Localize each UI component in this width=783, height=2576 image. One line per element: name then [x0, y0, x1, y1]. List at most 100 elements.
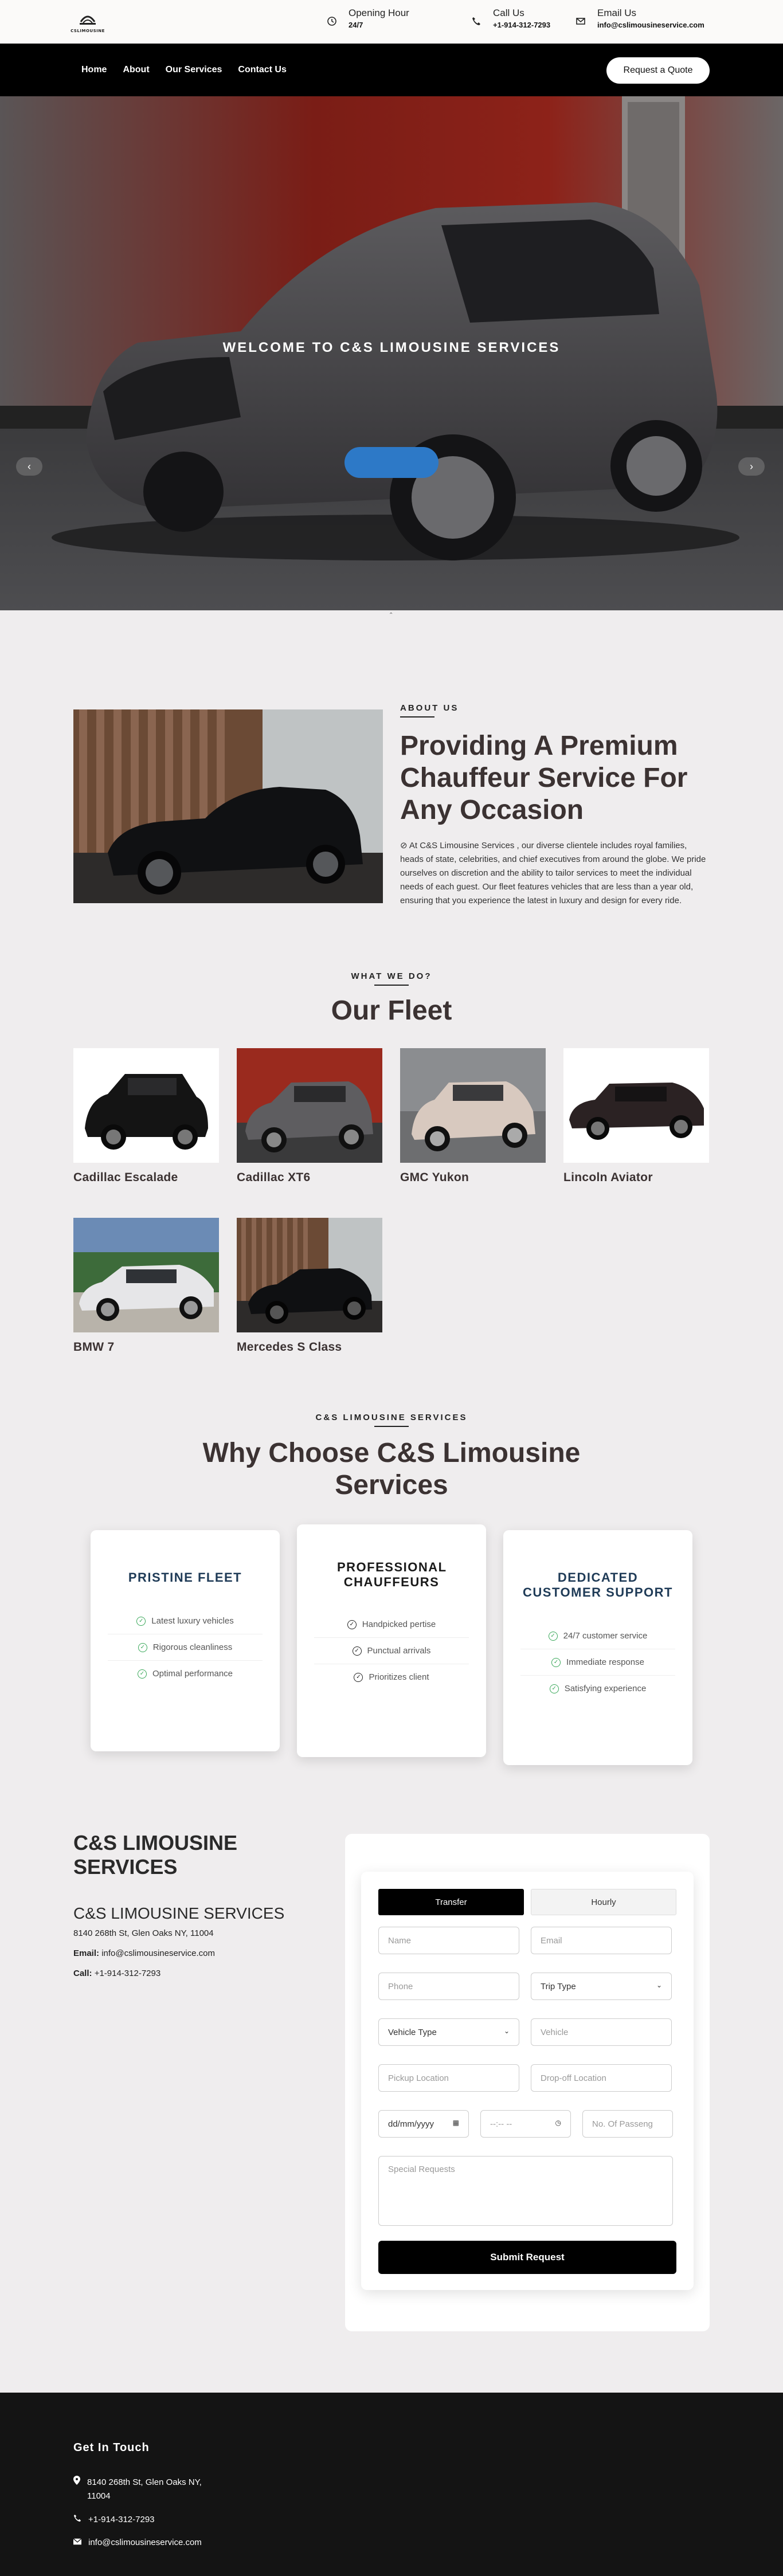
- why-item-text: Immediate response: [566, 1657, 644, 1667]
- fleet-tag: WHAT WE DO?: [351, 971, 432, 981]
- date-value: dd/mm/yyyy: [388, 2119, 434, 2129]
- nav-our-services[interactable]: Our Services: [166, 65, 222, 75]
- company-email[interactable]: info@cslimousineservice.com: [101, 1948, 215, 1958]
- phone-icon: [470, 15, 483, 28]
- about-car-image: [73, 709, 383, 903]
- nav-contact-us[interactable]: Contact Us: [238, 65, 286, 75]
- car-name: Cadillac Escalade: [73, 1171, 178, 1184]
- request-quote-button[interactable]: Request a Quote: [606, 57, 710, 84]
- call-label: Call:: [73, 1969, 92, 1978]
- car-image: [400, 1048, 546, 1163]
- check-circle-icon: ✓: [138, 1642, 147, 1652]
- vehicle-type-value: Vehicle Type: [388, 2027, 437, 2037]
- time-value: --:-- --: [490, 2119, 512, 2129]
- hours-label: Opening Hour: [349, 7, 409, 18]
- submit-request-button[interactable]: Submit Request: [378, 2241, 676, 2274]
- about-text: ABOUT US Providing A Premium Chauffeur S…: [400, 703, 710, 908]
- carousel-prev-button[interactable]: ‹: [16, 457, 42, 476]
- tab-hourly[interactable]: Hourly: [531, 1889, 676, 1915]
- vehicle-type-select[interactable]: Vehicle Type ⌄: [378, 2018, 519, 2046]
- footer-heading: Get In Touch: [73, 2441, 150, 2454]
- fleet-card-xt6[interactable]: Cadillac XT6: [237, 1048, 382, 1185]
- why-list-item: ✓ Rigorous cleanliness: [108, 1634, 263, 1661]
- about-tag: ABOUT US: [400, 703, 459, 713]
- time-input[interactable]: --:-- -- ◷: [480, 2110, 571, 2138]
- passengers-input[interactable]: No. Of Passeng: [582, 2110, 673, 2138]
- call-value[interactable]: +1-914-312-7293: [493, 19, 550, 31]
- about-section: ABOUT US Providing A Premium Chauffeur S…: [0, 610, 783, 977]
- why-item-text: Latest luxury vehicles: [151, 1616, 234, 1626]
- why-list-item: ✓ 24/7 customer service: [520, 1623, 675, 1649]
- car-image: [237, 1218, 382, 1332]
- company-call-row: Call: +1-914-312-7293: [73, 1969, 314, 1978]
- company-info: C&S LIMOUSINE SERVICES C&S LIMOUSINE SER…: [73, 1831, 314, 1978]
- vehicle-input[interactable]: Vehicle: [531, 2018, 672, 2046]
- email-label: Email:: [73, 1948, 100, 1958]
- company-phone[interactable]: +1-914-312-7293: [95, 1969, 161, 1978]
- dropoff-location-input[interactable]: Drop-off Location: [531, 2064, 672, 2092]
- footer-email-row: info@cslimousineservice.com: [73, 2536, 202, 2550]
- tab-transfer[interactable]: Transfer: [378, 1889, 524, 1915]
- trip-type-value: Trip Type: [541, 1981, 576, 1991]
- booking-form-panel: Transfer Hourly Name Email Phone Trip Ty…: [345, 1834, 710, 2331]
- pickup-location-input[interactable]: Pickup Location: [378, 2064, 519, 2092]
- brand-logo[interactable]: CSLIMOUSINE: [71, 7, 105, 37]
- fleet-heading: Our Fleet: [331, 995, 452, 1026]
- trip-type-select[interactable]: Trip Type ⌄: [531, 1973, 672, 2000]
- nav-about[interactable]: About: [123, 65, 149, 75]
- hero-cta-button[interactable]: [344, 447, 439, 478]
- about-body-text: At C&S Limousine Services , our diverse …: [400, 841, 706, 905]
- fleet-card-aviator[interactable]: Lincoln Aviator: [563, 1048, 709, 1185]
- why-card-pristine-fleet: PRISTINE FLEET ✓ Latest luxury vehicles ✓…: [91, 1530, 280, 1751]
- check-circle-icon: ⊘: [400, 841, 409, 850]
- footer-phone[interactable]: +1-914-312-7293: [88, 2513, 155, 2527]
- calendar-icon: ▦: [452, 2119, 459, 2127]
- why-item-text: Handpicked pertise: [362, 1620, 436, 1629]
- tag-underline: [374, 985, 409, 986]
- why-header: C&S LIMOUSINE SERVICES Why Choose C&S Li…: [0, 1413, 783, 1501]
- footer: Get In Touch 8140 268th St, Glen Oaks NY…: [0, 2393, 783, 2576]
- carousel-next-button[interactable]: ›: [738, 457, 765, 476]
- fleet-card-yukon[interactable]: GMC Yukon: [400, 1048, 546, 1185]
- nav-links: Home About Our Services Contact Us: [81, 44, 287, 96]
- hero-title: WELCOME TO C&S LIMOUSINE SERVICES: [222, 340, 561, 355]
- nav-home[interactable]: Home: [81, 65, 107, 75]
- why-item-text: Optimal performance: [152, 1669, 233, 1679]
- footer-email[interactable]: info@cslimousineservice.com: [88, 2536, 202, 2550]
- car-name: Lincoln Aviator: [563, 1171, 653, 1184]
- car-image: [237, 1048, 382, 1163]
- why-list-item: ✓ Handpicked pertise: [314, 1612, 469, 1638]
- clock-icon: ◷: [555, 2119, 561, 2127]
- why-card-title: DEDICATED CUSTOMER SUPPORT: [523, 1570, 673, 1599]
- envelope-icon: [574, 15, 587, 28]
- email-input[interactable]: Email: [531, 1927, 672, 1954]
- fleet-card-bmw7[interactable]: BMW 7: [73, 1218, 219, 1354]
- chevron-left-icon: ‹: [28, 460, 31, 472]
- why-heading: Why Choose C&S Limousine Services: [202, 1438, 581, 1500]
- clock-icon: [326, 15, 338, 28]
- why-list-item: ✓ Punctual arrivals: [314, 1638, 469, 1664]
- footer-address-row: 8140 268th St, Glen Oaks NY, 11004: [73, 2476, 222, 2503]
- footer-phone-row: +1-914-312-7293: [73, 2513, 155, 2527]
- email-label: Email Us: [597, 7, 637, 18]
- about-heading: Providing A Premium Chauffeur Service Fo…: [400, 731, 688, 825]
- check-circle-icon: ✓: [347, 1620, 357, 1629]
- name-input[interactable]: Name: [378, 1927, 519, 1954]
- fleet-header: WHAT WE DO? Our Fleet: [0, 971, 783, 1026]
- phone-input[interactable]: Phone: [378, 1973, 519, 2000]
- special-requests-textarea[interactable]: Special Requests: [378, 2156, 673, 2226]
- email-us: Email Us info@cslimousineservice.com: [574, 7, 704, 31]
- logo-text: CSLIMOUSINE: [71, 29, 105, 33]
- chevron-right-icon: ›: [750, 460, 753, 472]
- fleet-card-escalade[interactable]: Cadillac Escalade: [73, 1048, 219, 1185]
- why-item-text: Satisfying experience: [564, 1684, 647, 1693]
- email-value[interactable]: info@cslimousineservice.com: [597, 19, 704, 31]
- why-item-text: Prioritizes client: [369, 1672, 429, 1682]
- fleet-card-mercedes[interactable]: Mercedes S Class: [237, 1218, 382, 1354]
- check-circle-icon: ✓: [352, 1646, 362, 1656]
- tag-underline: [374, 1426, 409, 1427]
- why-card-title: PRISTINE FLEET: [128, 1570, 242, 1585]
- call-us: Call Us +1-914-312-7293: [470, 7, 550, 31]
- date-input[interactable]: dd/mm/yyyy ▦: [378, 2110, 469, 2138]
- check-circle-icon: ✓: [354, 1672, 363, 1682]
